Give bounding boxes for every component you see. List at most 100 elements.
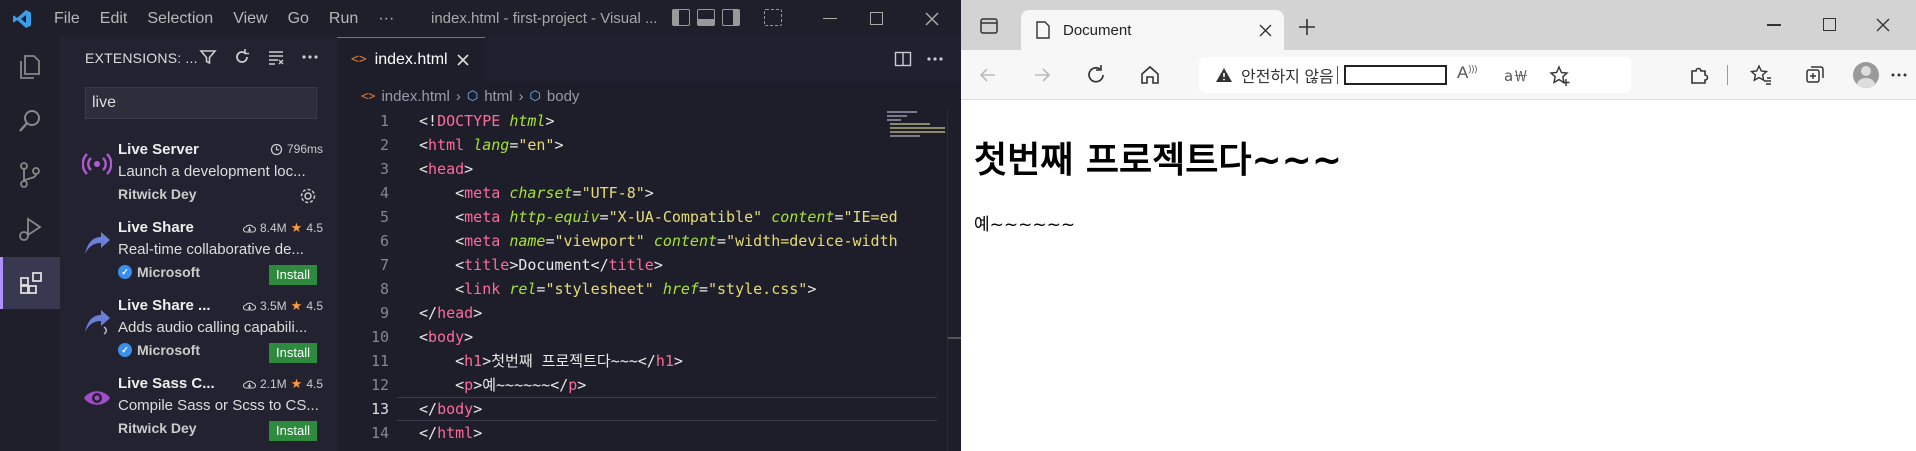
- filter-icon[interactable]: [196, 45, 220, 69]
- clear-list-icon[interactable]: [264, 45, 288, 69]
- tab-index-html[interactable]: <> index.html: [337, 37, 485, 81]
- url-input[interactable]: [1344, 65, 1447, 85]
- close-window-icon[interactable]: [1876, 18, 1890, 32]
- code-token: =: [599, 208, 609, 226]
- minimap[interactable]: [885, 109, 947, 179]
- back-icon[interactable]: [961, 50, 1015, 100]
- refresh-icon[interactable]: [1069, 50, 1123, 100]
- source-control-icon[interactable]: [0, 149, 60, 201]
- code-line[interactable]: 14 </html>: [337, 421, 937, 445]
- code-text: <html lang="en">: [419, 133, 564, 157]
- menu-run[interactable]: Run: [319, 10, 368, 28]
- home-icon[interactable]: [1123, 50, 1177, 100]
- menu-selection[interactable]: Selection: [137, 10, 223, 28]
- code-token: >: [464, 160, 474, 178]
- split-editor-icon[interactable]: [894, 50, 912, 72]
- extensions-search-input[interactable]: live: [85, 87, 317, 119]
- maximize-icon[interactable]: [856, 0, 896, 37]
- breadcrumb-body[interactable]: body: [547, 88, 580, 105]
- toggle-panel-icon[interactable]: [697, 9, 715, 26]
- refresh-icon[interactable]: [230, 45, 254, 69]
- breadcrumb-html[interactable]: html: [484, 88, 512, 105]
- translate-icon[interactable]: a￦: [1504, 65, 1528, 86]
- extensions-sidebar: EXTENSIONS: ... live Live Server 796ms L…: [60, 37, 337, 451]
- close-tab-icon[interactable]: [1259, 24, 1272, 37]
- install-button[interactable]: Install: [269, 265, 317, 285]
- code-line[interactable]: 5 <meta http-equiv="X-UA-Compatible" con…: [337, 205, 937, 229]
- address-bar[interactable]: 안전하지 않음 A))) a￦: [1199, 57, 1631, 93]
- activation-time: 796ms: [286, 142, 323, 156]
- new-tab-icon[interactable]: [1298, 18, 1316, 40]
- menu-go[interactable]: Go: [278, 10, 319, 28]
- menu-file[interactable]: File: [44, 10, 90, 28]
- publisher-name: Ritwick Dey: [118, 186, 197, 202]
- forward-icon[interactable]: [1015, 50, 1069, 100]
- window-title: index.html - first-project - Visual ...: [431, 10, 658, 27]
- install-button[interactable]: Install: [269, 343, 317, 363]
- browser-tab-document[interactable]: Document: [1021, 10, 1284, 50]
- run-debug-icon[interactable]: [0, 203, 60, 255]
- customize-layout-icon[interactable]: [764, 9, 782, 26]
- toggle-primary-sidebar-icon[interactable]: [672, 9, 690, 26]
- breadcrumb-file[interactable]: index.html: [381, 88, 449, 105]
- code-line[interactable]: 6 <meta name="viewport" content="width=d…: [337, 229, 937, 253]
- code-line[interactable]: 7 <title>Document</title>: [337, 253, 937, 277]
- code-line[interactable]: 4 <meta charset="UTF-8">: [337, 181, 937, 205]
- page-icon: [1036, 21, 1050, 39]
- extension-name: Live Share: [118, 219, 194, 236]
- extensions-icon[interactable]: [0, 257, 60, 309]
- download-count: 2.1M: [259, 377, 287, 391]
- close-window-icon[interactable]: [912, 0, 952, 37]
- rating: 4.5: [306, 299, 323, 313]
- code-line[interactable]: 13 </body>: [337, 397, 937, 421]
- code-line[interactable]: 10 <body>: [337, 325, 937, 349]
- tab-actions-icon[interactable]: [979, 16, 999, 40]
- favorites-icon[interactable]: [1734, 50, 1788, 100]
- maximize-icon[interactable]: [1823, 18, 1836, 31]
- menu-view[interactable]: View: [223, 10, 277, 28]
- toggle-secondary-sidebar-icon[interactable]: [722, 9, 740, 26]
- install-button[interactable]: Install: [269, 421, 317, 441]
- code-line[interactable]: 9 </head>: [337, 301, 937, 325]
- read-aloud-icon[interactable]: A))): [1457, 63, 1477, 83]
- close-tab-icon[interactable]: [456, 53, 470, 67]
- editor-scrollbar[interactable]: [947, 109, 961, 451]
- explorer-icon[interactable]: [0, 41, 60, 93]
- code-token: lang: [473, 136, 510, 154]
- tab-label: index.html: [374, 50, 448, 68]
- editor-more-icon[interactable]: [926, 50, 944, 72]
- code-line[interactable]: 11 <h1>첫번째 프로젝트다~~~</h1>: [337, 349, 937, 373]
- symbol-icon: ⬡: [529, 88, 541, 103]
- add-favorite-icon[interactable]: [1549, 65, 1571, 87]
- search-icon[interactable]: [0, 95, 60, 147]
- collections-icon[interactable]: [1788, 50, 1842, 100]
- code-token: <!: [419, 112, 438, 130]
- code-line[interactable]: 2 <html lang="en">: [337, 133, 937, 157]
- minimize-icon[interactable]: [1767, 24, 1781, 26]
- live-share-audio-icon: [80, 303, 114, 337]
- settings-more-icon[interactable]: [1879, 50, 1916, 100]
- code-line[interactable]: 8 <link rel="stylesheet" href="style.css…: [337, 277, 937, 301]
- extension-item-live-share-audio[interactable]: Live Share ... 3.5M ★ 4.5 Adds audio cal…: [60, 293, 337, 371]
- menu-more[interactable]: ···: [368, 10, 404, 28]
- code-line[interactable]: 12 <p>예~~~~~~</p>: [337, 373, 937, 397]
- sidebar-header: EXTENSIONS: ...: [85, 50, 198, 66]
- code-token: title: [464, 256, 510, 274]
- code-token: html: [428, 136, 465, 154]
- more-actions-icon[interactable]: [298, 45, 322, 69]
- code-line[interactable]: 1 <!DOCTYPE html>: [337, 109, 937, 133]
- code-line[interactable]: 3 <head>: [337, 157, 937, 181]
- menu-edit[interactable]: Edit: [90, 10, 138, 28]
- code-token: link: [464, 280, 501, 298]
- extension-item-live-share[interactable]: Live Share 8.4M ★ 4.5 Real-time collabor…: [60, 215, 337, 293]
- code-token: http-equiv: [509, 208, 600, 226]
- code-editor[interactable]: 1 <!DOCTYPE html> 2 <html lang="en"> 3 <head>…: [337, 109, 961, 451]
- code-token: <: [419, 208, 465, 226]
- extension-item-live-sass[interactable]: Live Sass C... 2.1M ★ 4.5 Compile Sass o…: [60, 371, 337, 449]
- extension-item-live-server[interactable]: Live Server 796ms Launch a development l…: [60, 137, 337, 215]
- manage-gear-icon[interactable]: [299, 187, 317, 209]
- extensions-puzzle-icon[interactable]: [1672, 50, 1726, 100]
- minimize-icon[interactable]: [810, 0, 850, 37]
